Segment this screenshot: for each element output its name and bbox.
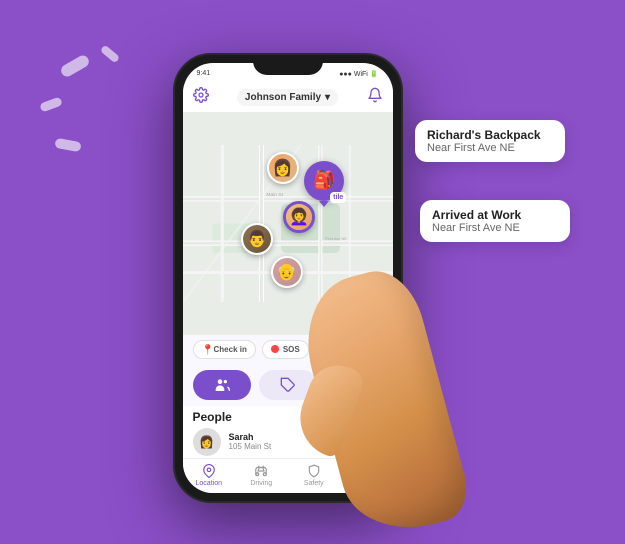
- driving-icon: [253, 463, 269, 479]
- nav-driving-label: Driving: [250, 480, 272, 487]
- sarah-avatar: 👩: [193, 428, 221, 456]
- arrived-callout: Arrived at Work Near First Ave NE: [420, 200, 570, 242]
- bell-icon[interactable]: [367, 87, 383, 108]
- avatar-face-3: 👴: [273, 258, 301, 286]
- location-icon: [201, 463, 217, 479]
- family-dropdown[interactable]: Johnson Family ▾: [237, 89, 338, 106]
- sos-label: SOS: [283, 345, 300, 354]
- family-name: Johnson Family: [245, 92, 321, 103]
- arrived-callout-sub: Near First Ave NE: [432, 222, 558, 234]
- nav-location-label: Location: [196, 480, 222, 487]
- map-pin-3: 👴: [271, 256, 303, 288]
- sos-icon: [271, 345, 279, 353]
- check-in-icon: 📍: [202, 345, 210, 353]
- settings-icon[interactable]: [193, 87, 209, 108]
- backpack-callout-title: Richard's Backpack: [427, 128, 553, 142]
- svg-text:First Ave NE: First Ave NE: [325, 236, 347, 241]
- nav-driving[interactable]: Driving: [235, 463, 288, 487]
- deco-pill-4: [100, 45, 120, 64]
- backpack-callout: Richard's Backpack Near First Ave NE: [415, 120, 565, 162]
- tab-people[interactable]: [193, 370, 251, 400]
- avatar-face-2: 👨: [243, 225, 271, 253]
- map-pin-arrived: 👩‍🦱: [283, 201, 315, 233]
- deco-pill-2: [39, 97, 63, 113]
- arrived-callout-title: Arrived at Work: [432, 208, 558, 222]
- check-in-label: Check in: [214, 345, 247, 354]
- nav-location[interactable]: Location: [183, 463, 236, 487]
- backpack-marker: 🎒 tile: [304, 161, 344, 201]
- dropdown-arrow: ▾: [325, 92, 330, 103]
- avatar-face-1: 👩: [269, 154, 297, 182]
- avatar-face-arrived: 👩‍🦱: [286, 204, 312, 230]
- deco-pill-1: [59, 53, 91, 78]
- svg-text:Main St: Main St: [266, 192, 283, 198]
- tile-badge: tile: [330, 192, 346, 203]
- deco-pill-3: [54, 138, 81, 152]
- backpack-callout-sub: Near First Ave NE: [427, 142, 553, 154]
- scene: Richard's Backpack Near First Ave NE Arr…: [0, 0, 625, 535]
- signal-display: ●●● WiFi 🔋: [339, 70, 378, 78]
- sarah-avatar-emoji: 👩: [199, 435, 214, 449]
- top-bar: Johnson Family ▾: [183, 85, 393, 112]
- time-display: 9:41: [197, 70, 211, 77]
- check-in-button[interactable]: 📍 Check in: [193, 340, 256, 359]
- phone-wrapper: 9:41 ●●● WiFi 🔋 Johnson Family ▾: [163, 33, 423, 513]
- phone-notch: [253, 55, 323, 75]
- map-pin-1: 👩: [267, 152, 299, 184]
- hand-area: [303, 253, 483, 533]
